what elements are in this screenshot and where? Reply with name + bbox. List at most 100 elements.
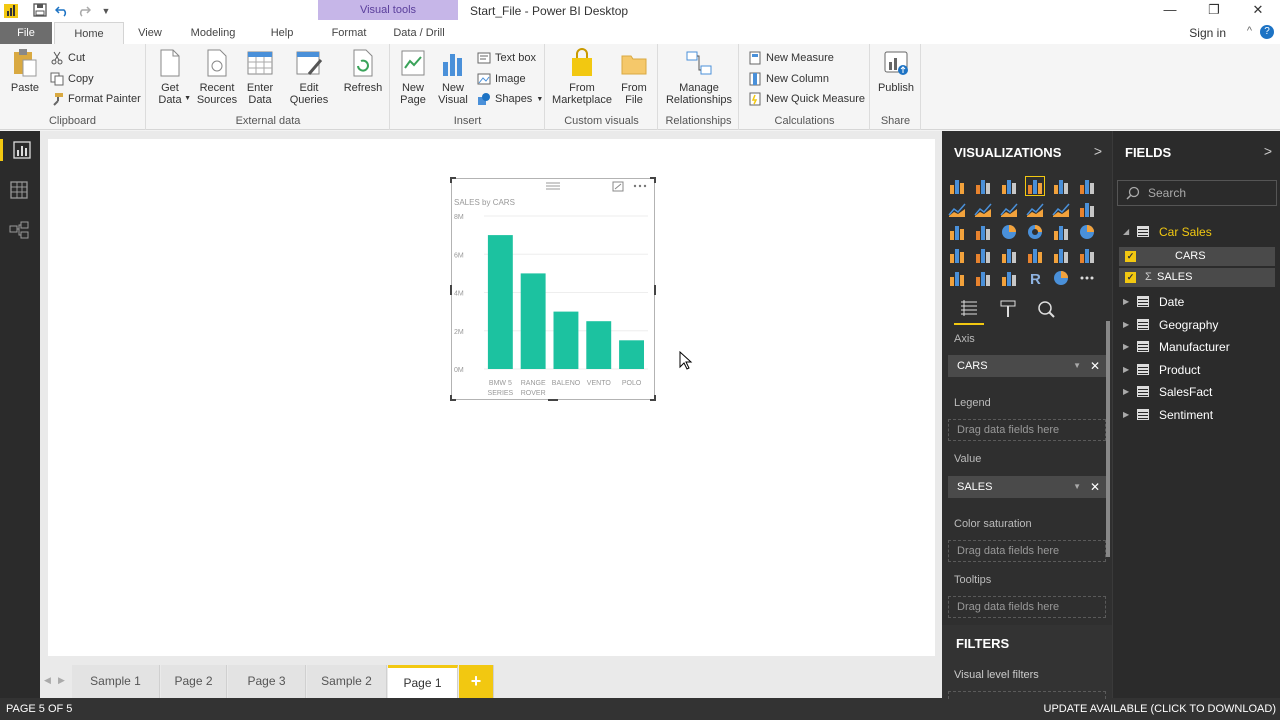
undo-icon[interactable] [54, 3, 70, 20]
tab-file[interactable]: File [0, 22, 52, 44]
legend-well[interactable]: Drag data fields here [948, 419, 1106, 441]
save-icon[interactable] [32, 3, 48, 20]
pie-chart-icon[interactable] [1000, 223, 1018, 241]
resize-handle-bottom-right[interactable] [650, 395, 656, 401]
edit-queries-button[interactable]: Edit Queries [285, 48, 333, 106]
new-quick-measure-button[interactable]: New Quick Measure [748, 90, 865, 108]
resize-handle-bottom-left[interactable] [450, 395, 456, 401]
sign-in-link[interactable]: Sign in [1189, 26, 1226, 40]
matrix-icon[interactable] [1000, 269, 1018, 287]
ribbon-chart-icon[interactable] [1078, 200, 1096, 218]
help-icon[interactable]: ? [1260, 25, 1274, 39]
axis-well[interactable]: CARS ▼ ✕ [948, 355, 1106, 377]
globe-icon[interactable] [1052, 269, 1070, 287]
tab-help[interactable]: Help [258, 22, 306, 44]
tab-view[interactable]: View [128, 22, 172, 44]
100-stacked-column-icon[interactable] [1078, 177, 1096, 195]
add-page-button[interactable]: + [459, 665, 494, 698]
get-data-button[interactable]: Get Data ▼ [151, 48, 191, 106]
map-icon[interactable] [1078, 223, 1096, 241]
fields-tab[interactable] [954, 299, 984, 325]
multi-row-card-icon[interactable] [1052, 246, 1070, 264]
chart-bar[interactable] [553, 311, 579, 369]
resize-handle-bottom[interactable] [548, 399, 558, 401]
report-view-button[interactable] [0, 139, 40, 161]
field-table[interactable]: ▶ Geography [1113, 314, 1280, 336]
scroll-left-icon[interactable]: ◀ [44, 675, 51, 686]
line-clustered-column-icon[interactable] [1052, 200, 1070, 218]
checkbox-checked-icon[interactable]: ✓ [1125, 251, 1136, 262]
chart-bar[interactable] [586, 321, 612, 369]
from-marketplace-button[interactable]: From Marketplace [552, 48, 612, 106]
treemap-icon[interactable] [1052, 223, 1070, 241]
waterfall-icon[interactable] [948, 223, 966, 241]
page-tab[interactable]: Sample 2 [307, 665, 387, 698]
resize-handle-left[interactable] [450, 285, 452, 295]
field-table-car-sales[interactable]: ◢ Car Sales [1113, 221, 1280, 243]
clustered-column-icon[interactable] [1025, 176, 1045, 196]
donut-chart-icon[interactable] [1026, 223, 1044, 241]
r-script-icon[interactable]: R [1026, 269, 1044, 288]
format-tab[interactable] [998, 299, 1018, 322]
restore-icon[interactable]: ❐ [1192, 0, 1236, 22]
image-button[interactable]: Image [477, 70, 526, 88]
recent-sources-button[interactable]: Recent Sources [195, 48, 239, 106]
publish-button[interactable]: Publish [875, 48, 917, 94]
drag-handle-icon[interactable] [546, 182, 560, 190]
format-painter-button[interactable]: Format Painter [50, 90, 141, 108]
cut-button[interactable]: Cut [50, 49, 85, 67]
chevron-down-icon[interactable]: ▼ [1073, 477, 1081, 497]
collapse-visualizations-icon[interactable]: > [1094, 143, 1102, 159]
chart-bar[interactable] [487, 235, 513, 369]
collapse-ribbon-icon[interactable]: ^ [1247, 25, 1252, 37]
shapes-button[interactable]: Shapes ▼ [477, 90, 543, 108]
paste-button[interactable]: Paste [6, 48, 44, 94]
kpi-icon[interactable] [1078, 246, 1096, 264]
scatter-icon[interactable] [974, 223, 992, 241]
customize-toolbar-icon[interactable]: ▼ [98, 3, 114, 20]
funnel-icon[interactable] [974, 246, 992, 264]
more-visuals-icon[interactable] [1078, 269, 1096, 287]
stacked-bar-icon[interactable] [948, 177, 966, 195]
minimize-icon[interactable]: — [1148, 0, 1192, 22]
field-table[interactable]: ▶ Manufacturer [1113, 336, 1280, 358]
clustered-bar-icon[interactable] [1000, 177, 1018, 195]
focus-mode-icon[interactable] [612, 181, 624, 192]
filled-map-icon[interactable] [948, 246, 966, 264]
new-visual-button[interactable]: New Visual [435, 48, 471, 106]
color-saturation-well[interactable]: Drag data fields here [948, 540, 1106, 562]
model-view-button[interactable] [8, 219, 32, 241]
checkbox-checked-icon[interactable]: ✓ [1125, 272, 1136, 283]
update-available-link[interactable]: UPDATE AVAILABLE (CLICK TO DOWNLOAD) [1044, 703, 1276, 715]
new-column-button[interactable]: New Column [748, 70, 829, 88]
gauge-icon[interactable] [1000, 246, 1018, 264]
analytics-tab[interactable] [1036, 299, 1056, 322]
manage-relationships-button[interactable]: Manage Relationships [663, 48, 735, 106]
field-item-cars[interactable]: ✓ CARS [1119, 247, 1275, 266]
data-view-button[interactable] [8, 179, 32, 201]
remove-field-icon[interactable]: ✕ [1090, 477, 1100, 497]
stacked-area-icon[interactable] [1000, 200, 1018, 218]
from-file-button[interactable]: From File [618, 48, 650, 106]
tab-modeling[interactable]: Modeling [178, 22, 248, 44]
tab-format[interactable]: Format [322, 22, 376, 44]
new-measure-button[interactable]: New Measure [748, 49, 834, 67]
value-well[interactable]: SALES ▼ ✕ [948, 476, 1106, 498]
field-table[interactable]: ▶ Sentiment [1113, 404, 1280, 426]
chart-bar[interactable] [619, 340, 644, 369]
page-tab[interactable]: Page 2 [161, 665, 227, 698]
resize-handle-right[interactable] [654, 285, 656, 295]
visualizations-scrollbar[interactable] [1106, 321, 1110, 557]
100-stacked-bar-icon[interactable] [1052, 177, 1070, 195]
card-icon[interactable] [1026, 246, 1044, 264]
new-page-button[interactable]: New Page [395, 48, 431, 106]
bar-chart-visual[interactable]: 0M 2M 4M 6M 8M BMW 5 SERIES RANGE ROVER BALENO VE… [450, 177, 656, 401]
chart-bar[interactable] [520, 273, 546, 369]
area-chart-icon[interactable] [974, 200, 992, 218]
field-item-sales[interactable]: ✓ Σ SALES [1119, 268, 1275, 287]
table-visual-icon[interactable] [974, 269, 992, 287]
line-column-icon[interactable] [1026, 200, 1044, 218]
page-tab-active[interactable]: Page 1 [388, 665, 458, 698]
fields-search-input[interactable]: Search [1117, 180, 1277, 206]
page-tab[interactable]: Sample 1 [72, 665, 160, 698]
